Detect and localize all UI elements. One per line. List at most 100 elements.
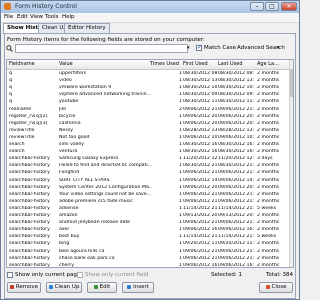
column-header-value[interactable]: Value xyxy=(59,61,73,67)
tab-editor-history[interactable]: Editor History xyxy=(64,23,110,33)
cell-age: 2 months xyxy=(257,113,280,119)
cell-times-used: 1 xyxy=(179,191,182,197)
cell-first-used: 09/06/2012 21: xyxy=(183,191,217,197)
cell-age: 2 months xyxy=(257,191,280,197)
cell-times-used: 1 xyxy=(179,227,182,233)
cell-first-used: 09/06/2012 16: xyxy=(183,262,217,268)
cell-last-used: 09/06/2012 16: xyxy=(218,262,255,268)
close-icon xyxy=(265,284,270,289)
search-input[interactable] xyxy=(15,44,188,53)
table-row[interactable]: searchbar-history cherry 1 09/06/2012 16: 09… xyxy=(7,262,289,268)
cell-first-used: 09/06/2012 20: xyxy=(183,113,217,119)
cell-times-used: 1 xyxy=(179,120,182,126)
cell-last-used: 08/30/2012 08: xyxy=(218,71,255,76)
cell-age: 2 months xyxy=(257,71,280,76)
cell-fieldname: q xyxy=(9,78,12,84)
checkmark-icon: ✓ xyxy=(197,44,203,51)
cell-first-used: 08/30/2012 16: xyxy=(183,149,217,155)
cell-fieldname: q xyxy=(9,99,12,105)
minimize-button[interactable]: – xyxy=(250,2,264,11)
cell-last-used: 09/06/2012 21: xyxy=(218,255,255,261)
cell-times-used: 1 xyxy=(179,234,182,240)
cell-fieldname: searchbar-history xyxy=(9,227,50,233)
cell-age: 2 months xyxy=(257,99,280,105)
panel-description: Form History items for the following fie… xyxy=(7,37,205,43)
cell-value: Nessy xyxy=(59,127,74,133)
chevron-down-icon[interactable]: ▾ xyxy=(277,45,280,51)
cell-first-used: 08/30/2012 09: xyxy=(183,92,217,98)
title-bar[interactable]: Form History Control – □ ✕ xyxy=(1,1,299,13)
edit-icon xyxy=(93,284,98,289)
remove-button-label: Remove xyxy=(15,284,39,290)
cell-age: 2 months xyxy=(257,149,280,155)
cell-last-used: 09/06/2012 21: xyxy=(218,248,255,254)
cell-age: 2 months xyxy=(257,85,280,91)
show-current-field-label: Show only current field xyxy=(85,272,149,278)
column-header-age[interactable]: Age La... xyxy=(257,61,279,67)
match-case-label: Match Case xyxy=(204,45,236,51)
cell-age: 2 months xyxy=(257,142,280,147)
cell-last-used: 08/30/2012 16: xyxy=(218,142,255,147)
cell-times-used: 1 xyxy=(179,156,182,162)
cell-first-used: 09/06/2012 10: xyxy=(183,134,217,140)
menu-view[interactable]: View xyxy=(30,14,43,20)
menu-help[interactable]: Help xyxy=(62,14,75,20)
cell-first-used: 08/30/2012 11: xyxy=(183,99,217,105)
cell-fieldname: searchbar-history xyxy=(9,184,50,190)
cell-age: 2 months xyxy=(257,177,280,183)
cell-value: cherry xyxy=(59,262,74,268)
cell-first-used: 08/30/2012 21: xyxy=(183,163,217,169)
cell-times-used: 2 xyxy=(179,106,182,112)
cell-fieldname: searchbar-history xyxy=(9,177,50,183)
column-header-first-used[interactable]: First Used xyxy=(183,61,208,67)
show-current-field-checkbox[interactable] xyxy=(77,272,83,278)
cell-value: axel xyxy=(59,227,69,233)
cell-first-used: 08/30/2012 10: xyxy=(183,85,217,91)
cleanup-icon xyxy=(48,284,53,289)
show-current-page-checkbox[interactable] xyxy=(7,272,13,278)
menu-tools[interactable]: Tools xyxy=(45,14,59,20)
cell-value: best buy xyxy=(59,234,80,240)
cell-first-used: 09/06/2012 21: xyxy=(183,220,217,226)
menu-file[interactable]: File xyxy=(4,14,13,20)
insert-button[interactable]: Insert xyxy=(122,282,154,293)
cell-first-used: 09/06/2012 21: xyxy=(183,170,217,176)
cell-last-used: 09/06/2012 16: xyxy=(218,227,255,233)
column-header-last-used[interactable]: Last Used xyxy=(218,61,243,67)
remove-button[interactable]: Remove xyxy=(7,282,41,293)
vertical-scrollbar[interactable] xyxy=(289,60,293,267)
column-header-fieldname[interactable]: Fieldname xyxy=(9,61,35,67)
match-case-checkbox[interactable]: ✓ xyxy=(196,44,203,51)
cell-fieldname: searchbar-history xyxy=(9,191,50,197)
cell-first-used: 11/14/2012 21: xyxy=(183,205,217,211)
close-button-label: Close xyxy=(271,284,287,290)
cell-fieldname: searchbar-history xyxy=(9,213,50,218)
menu-edit[interactable]: Edit xyxy=(17,14,28,20)
tab-strip: Show History Clean Up Editor History xyxy=(1,23,299,34)
cell-last-used: 09/06/2012 21: xyxy=(218,106,255,112)
cell-fieldname: searchbar-history xyxy=(9,198,50,204)
cell-age: 2 months xyxy=(257,255,280,261)
cell-fieldname: searchbar-history xyxy=(9,170,50,176)
cleanup-button[interactable]: Clean Up xyxy=(46,282,82,293)
search-dropdown-icon[interactable]: ▾ xyxy=(187,44,192,53)
cell-age: 2 months xyxy=(257,262,280,268)
cell-age: 2 months xyxy=(257,220,280,226)
window-title: Form History Control xyxy=(15,3,77,10)
column-header-times-used[interactable]: Times Used xyxy=(150,61,179,67)
cell-last-used: 08/30/2012 21: xyxy=(218,163,255,169)
cell-fieldname: realname xyxy=(9,106,32,112)
cell-times-used: 1 xyxy=(179,170,182,176)
scrollbar-thumb[interactable] xyxy=(290,69,293,97)
cell-first-used: 08/30/2012 16: xyxy=(183,142,217,147)
maximize-button[interactable]: □ xyxy=(265,2,279,11)
cell-last-used: 09/06/2012 21: xyxy=(218,191,255,197)
cell-value: video xyxy=(59,78,72,84)
cell-age: 2 months xyxy=(257,92,280,98)
edit-button[interactable]: Edit xyxy=(87,282,117,293)
close-window-button[interactable]: ✕ xyxy=(281,2,297,11)
cell-last-used: 09/06/2012 20: xyxy=(218,120,255,126)
close-button[interactable]: Close xyxy=(259,282,293,293)
cell-times-used: 1 xyxy=(179,248,182,254)
cell-first-used: 08/28/2012 13: xyxy=(183,127,217,133)
